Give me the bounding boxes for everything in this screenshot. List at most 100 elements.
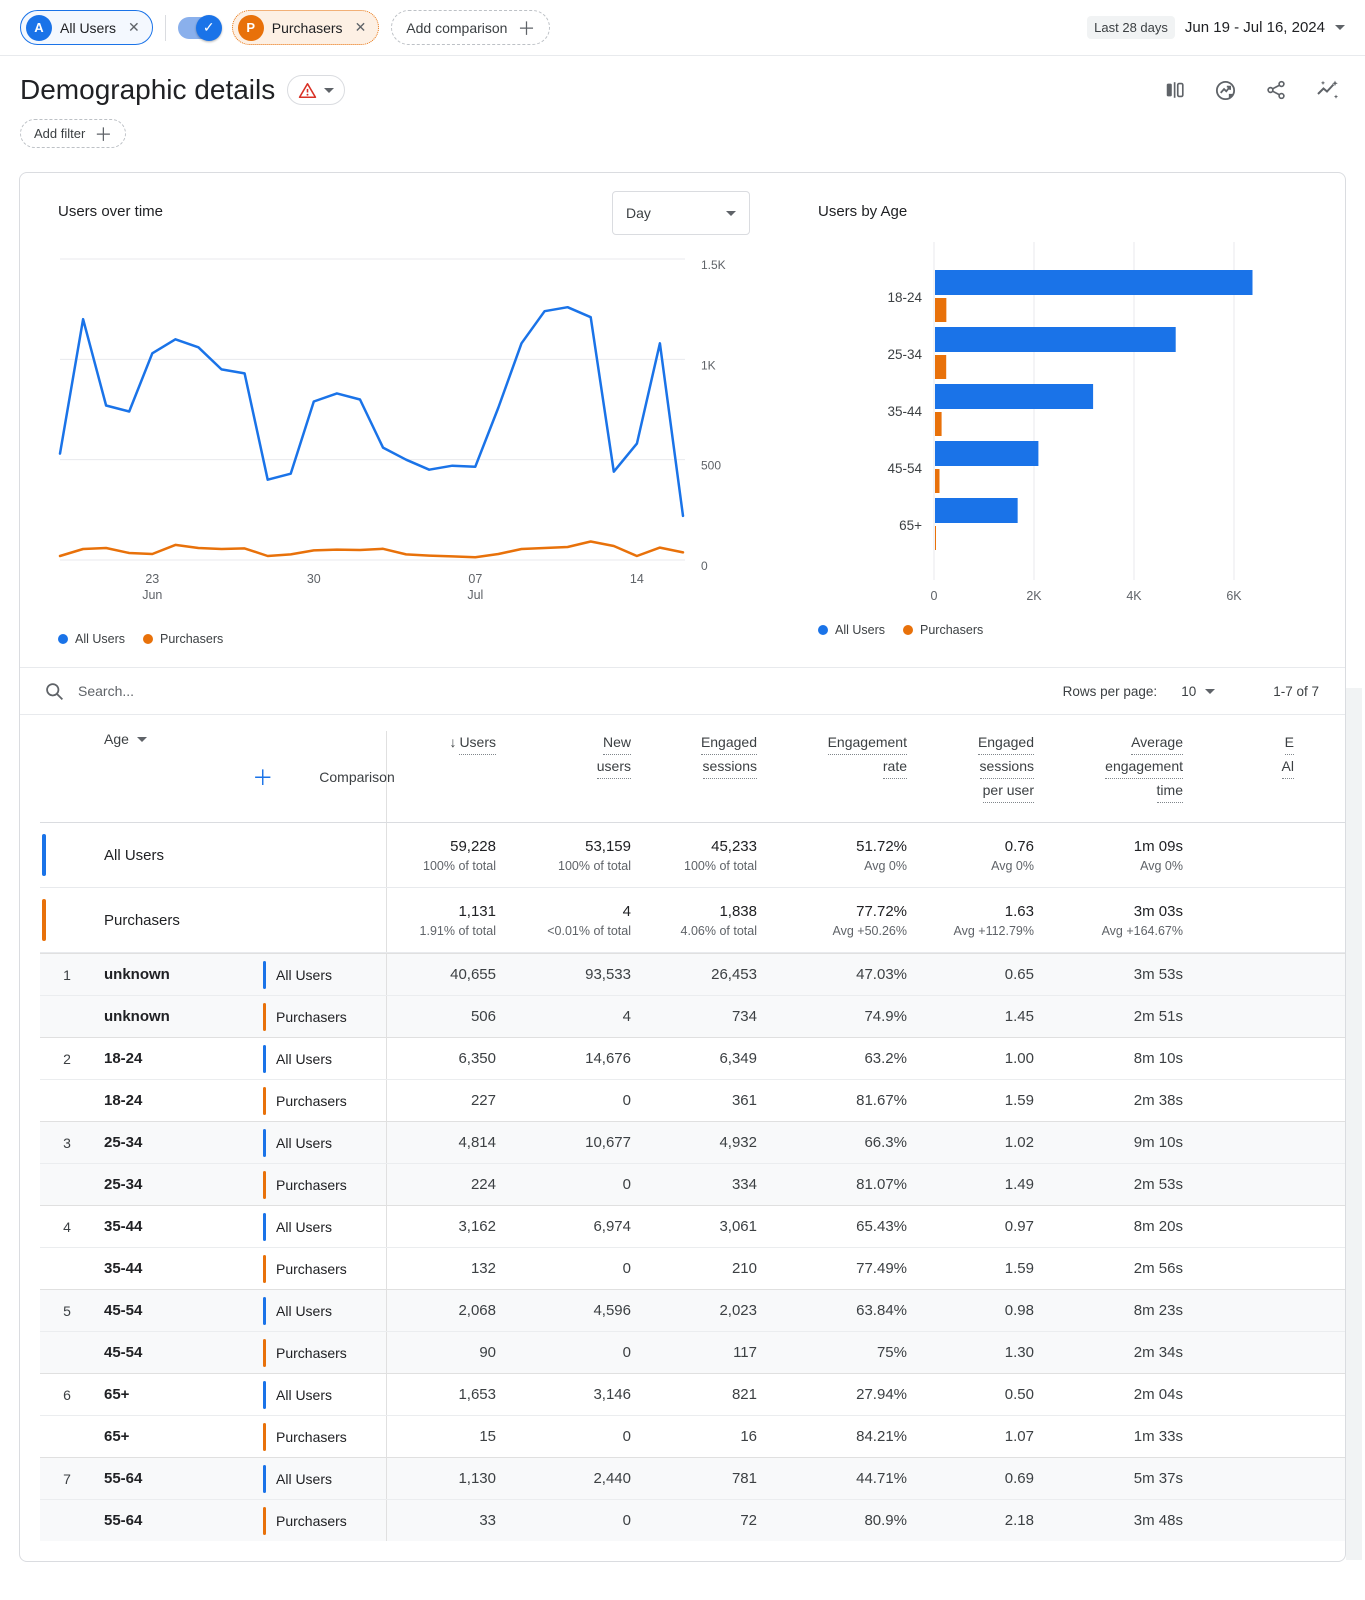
scrollbar-track[interactable] [1346,688,1362,1560]
comparison-chip-purchasers[interactable]: P Purchasers ✕ [232,10,380,45]
bar-purchasers-35-44 [935,412,942,436]
column-header-engaged-sessions-per-user[interactable]: Engagedsessionsper user [907,731,1034,803]
metric-cell: 1,8384.06% of total [631,903,757,938]
legend-item: All Users [58,632,125,646]
comparison-chip-all-users[interactable]: A All Users ✕ [20,10,153,45]
search-input[interactable] [78,683,1050,699]
data-quality-button[interactable] [287,75,345,105]
add-dimension-button[interactable]: ＋ [252,762,273,792]
column-header-e-al[interactable]: EAl [1183,731,1294,779]
column-header-engaged-sessions[interactable]: Engagedsessions [631,731,757,779]
line-series-purchasers [60,542,683,558]
metric-value: 0 [496,1344,631,1361]
segment-color-bar [263,1339,266,1367]
metric-value: 15 [387,1428,496,1445]
metric-value: 45,233 [631,838,757,855]
metric-value: 1,838 [631,903,757,920]
metric-cell: 1.07 [907,1428,1034,1445]
benchmark-icon[interactable] [1214,79,1237,102]
metric-cell: 3,061 [631,1218,757,1235]
date-range-picker[interactable]: Last 28 days Jun 19 - Jul 16, 2024 [1087,16,1345,39]
comparison-cell: All Users [261,954,387,995]
metric-cell: 4,814 [387,1134,496,1151]
plus-icon: ＋ [517,15,535,41]
share-icon[interactable] [1265,79,1287,101]
metric-cell: 2,068 [387,1302,496,1319]
comparison-cell: All Users [261,1290,387,1331]
segment-label: Purchasers [276,1261,347,1277]
column-header-users[interactable]: ↓Users [387,731,496,755]
metric-value: 59,228 [387,838,496,855]
segment-color-bar [263,1003,266,1031]
metric-cell: 3,162 [387,1218,496,1235]
segment-color-bar [263,961,266,989]
close-icon[interactable]: ✕ [128,19,140,36]
metric-cell: 3m 03sAvg +164.67% [1034,903,1183,938]
metric-cell: 16 [631,1428,757,1445]
comparison-bar: A All Users ✕ ✓ P Purchasers ✕ Add compa… [0,0,1365,56]
metric-value: 16 [631,1428,757,1445]
metric-subtext: 100% of total [387,859,496,873]
table-row: unknownPurchasers506473474.9%1.452m 51s [40,995,1345,1037]
metric-subtext: <0.01% of total [496,924,631,938]
column-header-label: E [1285,731,1294,755]
metric-value: 40,655 [387,966,496,983]
metric-value: 26,453 [631,966,757,983]
row-number: 7 [40,1471,94,1487]
add-filter-button[interactable]: Add filter ＋ [20,119,126,148]
segment-label: Purchasers [276,1093,347,1109]
age-dimension-value: unknown [94,1008,261,1025]
metric-value: 2,068 [387,1302,496,1319]
metric-value: 93,533 [496,966,631,983]
metric-cell: 1.30 [907,1344,1034,1361]
table-row: 18-24Purchasers227036181.67%1.592m 38s [40,1079,1345,1121]
age-dimension-value: 45-54 [94,1344,261,1361]
metric-value: 1.63 [907,903,1034,920]
metric-cell: 3,146 [496,1386,631,1403]
table-row: 45-54Purchasers90011775%1.302m 34s [40,1331,1345,1373]
svg-text:0: 0 [701,559,708,573]
metric-cell: 45,233100% of total [631,838,757,873]
column-header-engagement-rate[interactable]: Engagementrate [757,731,907,779]
age-dimension-value: 55-64 [94,1470,261,1487]
bar-purchasers-25-34 [935,355,946,379]
pagination-status: 1-7 of 7 [1273,684,1319,699]
column-header-average-engagement-time[interactable]: Averageengagementtime [1034,731,1183,803]
chevron-down-icon [324,88,334,93]
metric-cell: 77.49% [757,1260,907,1277]
comparison-cell: All Users [261,1206,387,1247]
purchasers-toggle[interactable]: ✓ [178,17,220,39]
metric-value: 0.98 [907,1302,1034,1319]
metric-cell: 8m 20s [1034,1218,1183,1235]
metric-cell: 821 [631,1386,757,1403]
insights-icon[interactable] [1315,78,1339,102]
column-header-new-users[interactable]: Newusers [496,731,631,779]
metric-value: 821 [631,1386,757,1403]
metric-cell: 15 [387,1428,496,1445]
add-comparison-button[interactable]: Add comparison ＋ [391,10,550,45]
summary-row-all-users: All Users59,228100% of total53,159100% o… [40,823,1345,888]
metric-value: 6,350 [387,1050,496,1067]
metric-cell: 3m 48s [1034,1512,1183,1529]
age-dimension-value: 65+ [94,1428,261,1445]
close-icon[interactable]: ✕ [355,19,367,36]
svg-text:23: 23 [145,572,159,586]
chart-title: Users over time [58,191,163,220]
rows-per-page-select[interactable]: 10 [1181,684,1215,699]
metric-value: 81.07% [757,1176,907,1193]
metric-value: 361 [631,1092,757,1109]
dimension-select[interactable]: Age [94,731,261,747]
bar-purchasers-65+ [935,526,936,550]
metric-value: 74.9% [757,1008,907,1025]
metric-cell: 0 [496,1260,631,1277]
metric-cell: 93,533 [496,966,631,983]
metric-value: 2m 53s [1034,1176,1183,1193]
metric-value: 2m 34s [1034,1344,1183,1361]
granularity-select[interactable]: Day [612,191,750,235]
segment-label: All Users [276,967,332,983]
metric-cell: 2m 04s [1034,1386,1183,1403]
comparison-chip-label: All Users [60,20,116,36]
segment-label: Purchasers [276,1009,347,1025]
comparison-icon[interactable] [1164,79,1186,101]
purchasers-avatar: P [238,15,264,41]
